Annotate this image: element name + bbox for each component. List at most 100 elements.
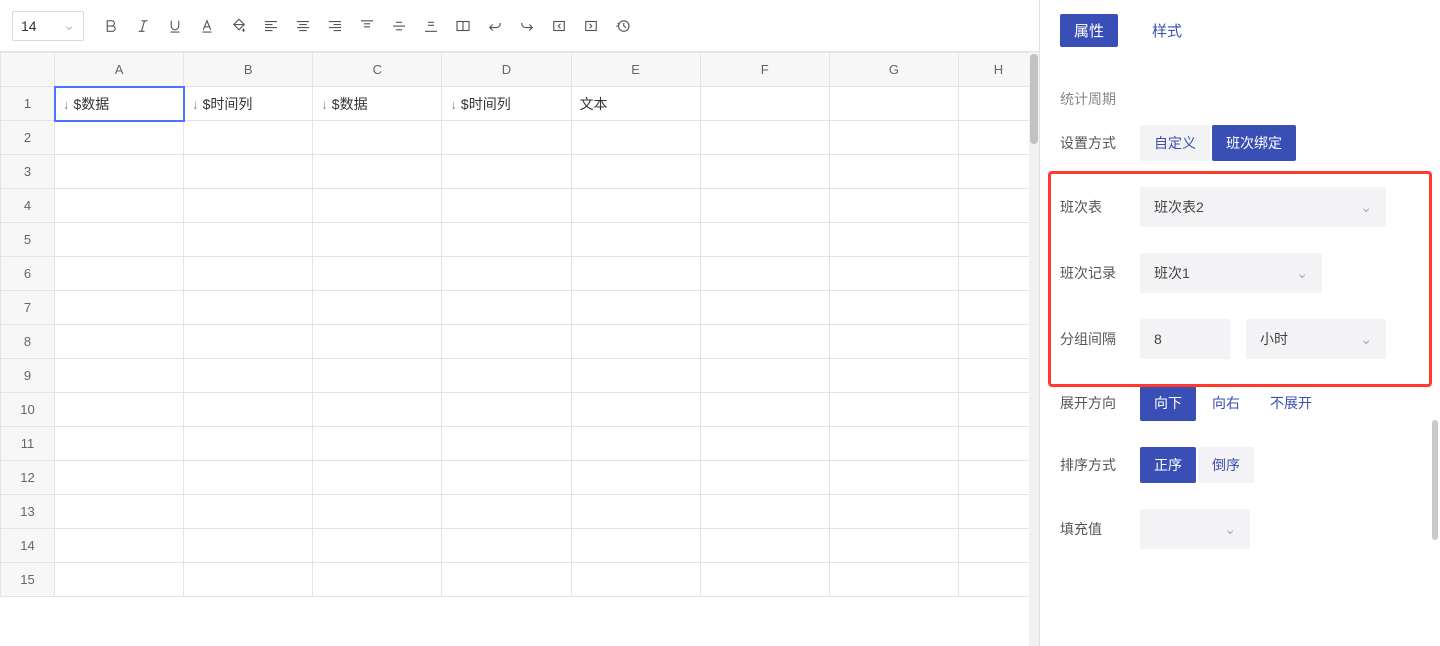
cell[interactable] (313, 495, 442, 529)
cell[interactable] (959, 393, 1039, 427)
cell[interactable] (184, 257, 313, 291)
cell[interactable] (55, 121, 184, 155)
cell[interactable] (313, 257, 442, 291)
sort-desc[interactable]: 倒序 (1198, 447, 1254, 483)
cell[interactable] (959, 529, 1039, 563)
cell[interactable] (829, 359, 958, 393)
cell[interactable] (55, 325, 184, 359)
col-header-E[interactable]: E (571, 53, 700, 87)
cell[interactable] (442, 529, 571, 563)
indent-increase-button[interactable] (576, 11, 606, 41)
cell[interactable] (184, 563, 313, 597)
cell[interactable] (442, 223, 571, 257)
cell[interactable] (571, 563, 700, 597)
cell[interactable] (442, 155, 571, 189)
cell[interactable] (571, 461, 700, 495)
cell[interactable] (571, 189, 700, 223)
cell[interactable] (184, 325, 313, 359)
row-header[interactable]: 13 (1, 495, 55, 529)
cell[interactable] (829, 427, 958, 461)
row-header[interactable]: 9 (1, 359, 55, 393)
cell[interactable] (700, 495, 829, 529)
col-header-C[interactable]: C (313, 53, 442, 87)
col-header-D[interactable]: D (442, 53, 571, 87)
fill-value-select[interactable]: ⌄ (1140, 509, 1250, 549)
cell[interactable] (700, 427, 829, 461)
cell[interactable] (571, 223, 700, 257)
align-right-button[interactable] (320, 11, 350, 41)
cell[interactable] (442, 325, 571, 359)
valign-middle-button[interactable] (384, 11, 414, 41)
row-header[interactable]: 2 (1, 121, 55, 155)
cell[interactable] (700, 529, 829, 563)
cell[interactable] (184, 427, 313, 461)
row-header[interactable]: 12 (1, 461, 55, 495)
mode-shift-bind[interactable]: 班次绑定 (1212, 125, 1296, 161)
cell[interactable] (829, 189, 958, 223)
cell[interactable]: ↓$数据 (313, 87, 442, 121)
cell[interactable] (571, 359, 700, 393)
indent-decrease-button[interactable] (544, 11, 574, 41)
cell[interactable] (829, 495, 958, 529)
cell[interactable] (571, 325, 700, 359)
cell[interactable] (313, 291, 442, 325)
row-header[interactable]: 14 (1, 529, 55, 563)
cell[interactable]: ↓$时间列 (442, 87, 571, 121)
expand-down[interactable]: 向下 (1140, 385, 1196, 421)
cell[interactable] (313, 563, 442, 597)
cell[interactable] (571, 393, 700, 427)
cell[interactable] (571, 427, 700, 461)
corner-cell[interactable] (1, 53, 55, 87)
fontsize-select[interactable]: 14 ⌄ (12, 11, 84, 41)
cell[interactable] (442, 257, 571, 291)
cell[interactable] (442, 427, 571, 461)
group-interval-input[interactable]: 8 (1140, 319, 1230, 359)
row-header[interactable]: 8 (1, 325, 55, 359)
cell[interactable] (700, 291, 829, 325)
cell[interactable] (959, 461, 1039, 495)
cell[interactable] (571, 121, 700, 155)
cell[interactable] (700, 87, 829, 121)
cell[interactable] (700, 359, 829, 393)
cell[interactable] (184, 155, 313, 189)
font-color-button[interactable] (192, 11, 222, 41)
cell[interactable]: ↓$时间列 (184, 87, 313, 121)
col-header-H[interactable]: H (959, 53, 1039, 87)
cell[interactable] (55, 529, 184, 563)
cell[interactable] (313, 393, 442, 427)
cell[interactable] (55, 495, 184, 529)
cell[interactable] (313, 189, 442, 223)
cell[interactable] (959, 563, 1039, 597)
cell[interactable] (700, 121, 829, 155)
mode-custom[interactable]: 自定义 (1140, 125, 1210, 161)
cell[interactable] (55, 461, 184, 495)
cell[interactable]: 文本 (571, 87, 700, 121)
cell[interactable] (184, 121, 313, 155)
vertical-scrollbar[interactable] (1029, 52, 1039, 646)
cell[interactable] (829, 87, 958, 121)
cell[interactable] (313, 121, 442, 155)
cell[interactable] (959, 121, 1039, 155)
cell[interactable] (959, 87, 1039, 121)
row-header[interactable]: 15 (1, 563, 55, 597)
row-header[interactable]: 4 (1, 189, 55, 223)
cell[interactable] (313, 461, 442, 495)
align-center-button[interactable] (288, 11, 318, 41)
col-header-G[interactable]: G (829, 53, 958, 87)
cell[interactable] (959, 325, 1039, 359)
scrollbar-thumb[interactable] (1030, 54, 1038, 144)
cell[interactable] (442, 393, 571, 427)
cell[interactable]: ↓$数据 (55, 87, 184, 121)
redo-button[interactable] (512, 11, 542, 41)
cell[interactable] (184, 529, 313, 563)
expand-right[interactable]: 向右 (1198, 385, 1254, 421)
tab-attributes[interactable]: 属性 (1060, 14, 1118, 47)
valign-top-button[interactable] (352, 11, 382, 41)
merge-cells-button[interactable] (448, 11, 478, 41)
cell[interactable] (442, 563, 571, 597)
cell[interactable] (184, 393, 313, 427)
cell[interactable] (571, 291, 700, 325)
cell[interactable] (55, 223, 184, 257)
cell[interactable] (184, 223, 313, 257)
cell[interactable] (313, 529, 442, 563)
